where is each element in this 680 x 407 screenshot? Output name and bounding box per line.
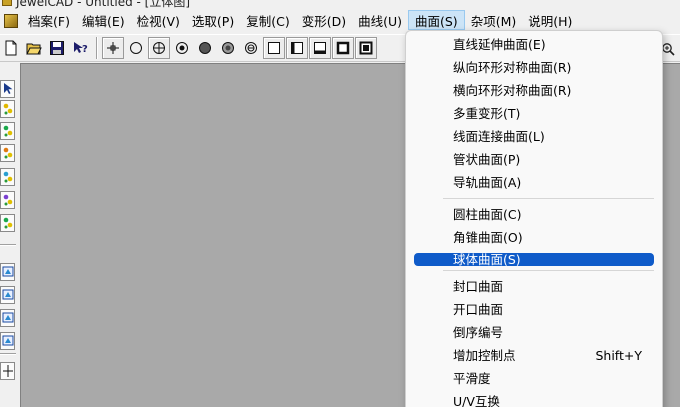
menu-item-label: 圆柱曲面(C) — [453, 207, 522, 222]
item-horizontal-ring[interactable]: 横向环形对称曲面(R) — [414, 79, 654, 102]
item-vertical-ring[interactable]: 纵向环形对称曲面(R) — [414, 56, 654, 79]
menu-bar: 档案(F) 编辑(E) 检视(V) 选取(P) 复制(C) 变形(D) 曲线(U) 曲面(S)… — [0, 9, 680, 31]
left-toolbar-separator — [0, 353, 16, 355]
app-icon — [2, 0, 12, 6]
square-bottom-icon[interactable] — [309, 37, 331, 59]
top-view-icon[interactable] — [0, 286, 15, 304]
square-left-icon[interactable] — [286, 37, 308, 59]
menu-item-label: 球体曲面(S) — [453, 252, 521, 267]
menu-separator — [443, 198, 654, 199]
item-sphere[interactable]: 球体曲面(S) — [414, 253, 654, 266]
square-bold-icon[interactable] — [332, 37, 354, 59]
item-reverse-numbering[interactable]: 倒序编号 — [414, 321, 654, 344]
menu-copy[interactable]: 复制(C) — [240, 10, 295, 30]
svg-text:?: ? — [82, 44, 88, 55]
filled-circle-icon[interactable] — [194, 37, 216, 59]
square-icon[interactable] — [263, 37, 285, 59]
menu-misc[interactable]: 杂项(M) — [465, 10, 523, 30]
item-smoothness[interactable]: 平滑度 — [414, 367, 654, 390]
item-rail-surface[interactable]: 导轨曲面(A) — [414, 171, 654, 194]
shaded-circle-icon[interactable] — [217, 37, 239, 59]
item-cylinder[interactable]: 圆柱曲面(C) — [414, 203, 654, 226]
menu-item-label: U/V互换 — [453, 394, 500, 407]
menu-view[interactable]: 检视(V) — [131, 10, 186, 30]
item-linear-extrude[interactable]: 直线延伸曲面(E) — [414, 33, 654, 56]
app-window: JewelCAD - Untitled - [立体图] 档案(F) 编辑(E) 检视… — [0, 0, 680, 407]
surface-dropdown-menu: 直线延伸曲面(E) 纵向环形对称曲面(R) 横向环形对称曲面(R) 多重变形(T) 线面… — [405, 30, 663, 407]
left-toolbar-separator — [0, 244, 16, 246]
circle-icon[interactable] — [125, 37, 147, 59]
wire-circle-icon[interactable] — [240, 37, 262, 59]
item-tube-surface[interactable]: 管状曲面(P) — [414, 148, 654, 171]
item-add-control-point[interactable]: 增加控制点 Shift+Y — [414, 344, 654, 367]
menu-surface[interactable]: 曲面(S) — [408, 10, 465, 30]
item-line-surface-connect[interactable]: 线面连接曲面(L) — [414, 125, 654, 148]
item-cap-surface[interactable]: 封口曲面 — [414, 275, 654, 298]
menu-item-shortcut: Shift+Y — [595, 348, 642, 363]
item-uv-swap[interactable]: U/V互换 — [414, 390, 654, 407]
left-toolbar — [0, 64, 20, 407]
menu-item-label: 纵向环形对称曲面(R) — [453, 60, 572, 75]
context-help-icon[interactable]: ? — [69, 37, 91, 59]
open-folder-icon[interactable] — [23, 37, 45, 59]
title-bar: JewelCAD - Untitled - [立体图] — [0, 0, 680, 9]
menu-item-label: 倒序编号 — [453, 325, 504, 340]
point-select-icon[interactable] — [0, 144, 15, 162]
menu-item-label: 角锥曲面(O) — [453, 230, 523, 245]
square-filled-icon[interactable] — [355, 37, 377, 59]
side-view-icon[interactable] — [0, 309, 15, 327]
menu-item-label: 导轨曲面(A) — [453, 175, 522, 190]
axis-icon[interactable] — [0, 362, 15, 380]
menu-deform[interactable]: 变形(D) — [296, 10, 352, 30]
front-view-icon[interactable] — [0, 263, 15, 281]
group-select-icon[interactable] — [0, 214, 15, 232]
perspective-view-icon[interactable] — [0, 332, 15, 350]
menu-edit[interactable]: 编辑(E) — [76, 10, 131, 30]
menu-item-label: 直线延伸曲面(E) — [453, 37, 546, 52]
menu-curve[interactable]: 曲线(U) — [352, 10, 408, 30]
menu-select[interactable]: 选取(P) — [186, 10, 240, 30]
save-icon[interactable] — [46, 37, 68, 59]
item-open-surface[interactable]: 开口曲面 — [414, 298, 654, 321]
layer-select-icon[interactable] — [0, 122, 15, 140]
toolbar-separator — [96, 37, 98, 59]
menu-item-label: 线面连接曲面(L) — [453, 129, 545, 144]
menu-item-label: 增加控制点 — [453, 348, 516, 363]
color-select-icon[interactable] — [0, 100, 15, 118]
jewelcad-app-icon[interactable] — [2, 12, 18, 28]
menu-separator — [443, 270, 654, 271]
item-cone[interactable]: 角锥曲面(O) — [414, 226, 654, 249]
select-arrow-icon[interactable] — [0, 80, 15, 98]
new-file-icon[interactable] — [0, 37, 22, 59]
menu-item-label: 多重变形(T) — [453, 106, 521, 121]
menu-item-label: 开口曲面 — [453, 302, 504, 317]
menu-file[interactable]: 档案(F) — [22, 10, 76, 30]
menu-help[interactable]: 说明(H) — [522, 10, 578, 30]
menu-item-label: 横向环形对称曲面(R) — [453, 83, 572, 98]
menu-item-label: 平滑度 — [453, 371, 491, 386]
crosshair-icon[interactable] — [102, 37, 124, 59]
circle-dot-icon[interactable] — [171, 37, 193, 59]
node-select-icon[interactable] — [0, 168, 15, 186]
circle-cross-icon[interactable] — [148, 37, 170, 59]
menu-item-label: 管状曲面(P) — [453, 152, 521, 167]
item-multi-deform[interactable]: 多重变形(T) — [414, 102, 654, 125]
curve-select-icon[interactable] — [0, 191, 15, 209]
menu-item-label: 封口曲面 — [453, 279, 504, 294]
